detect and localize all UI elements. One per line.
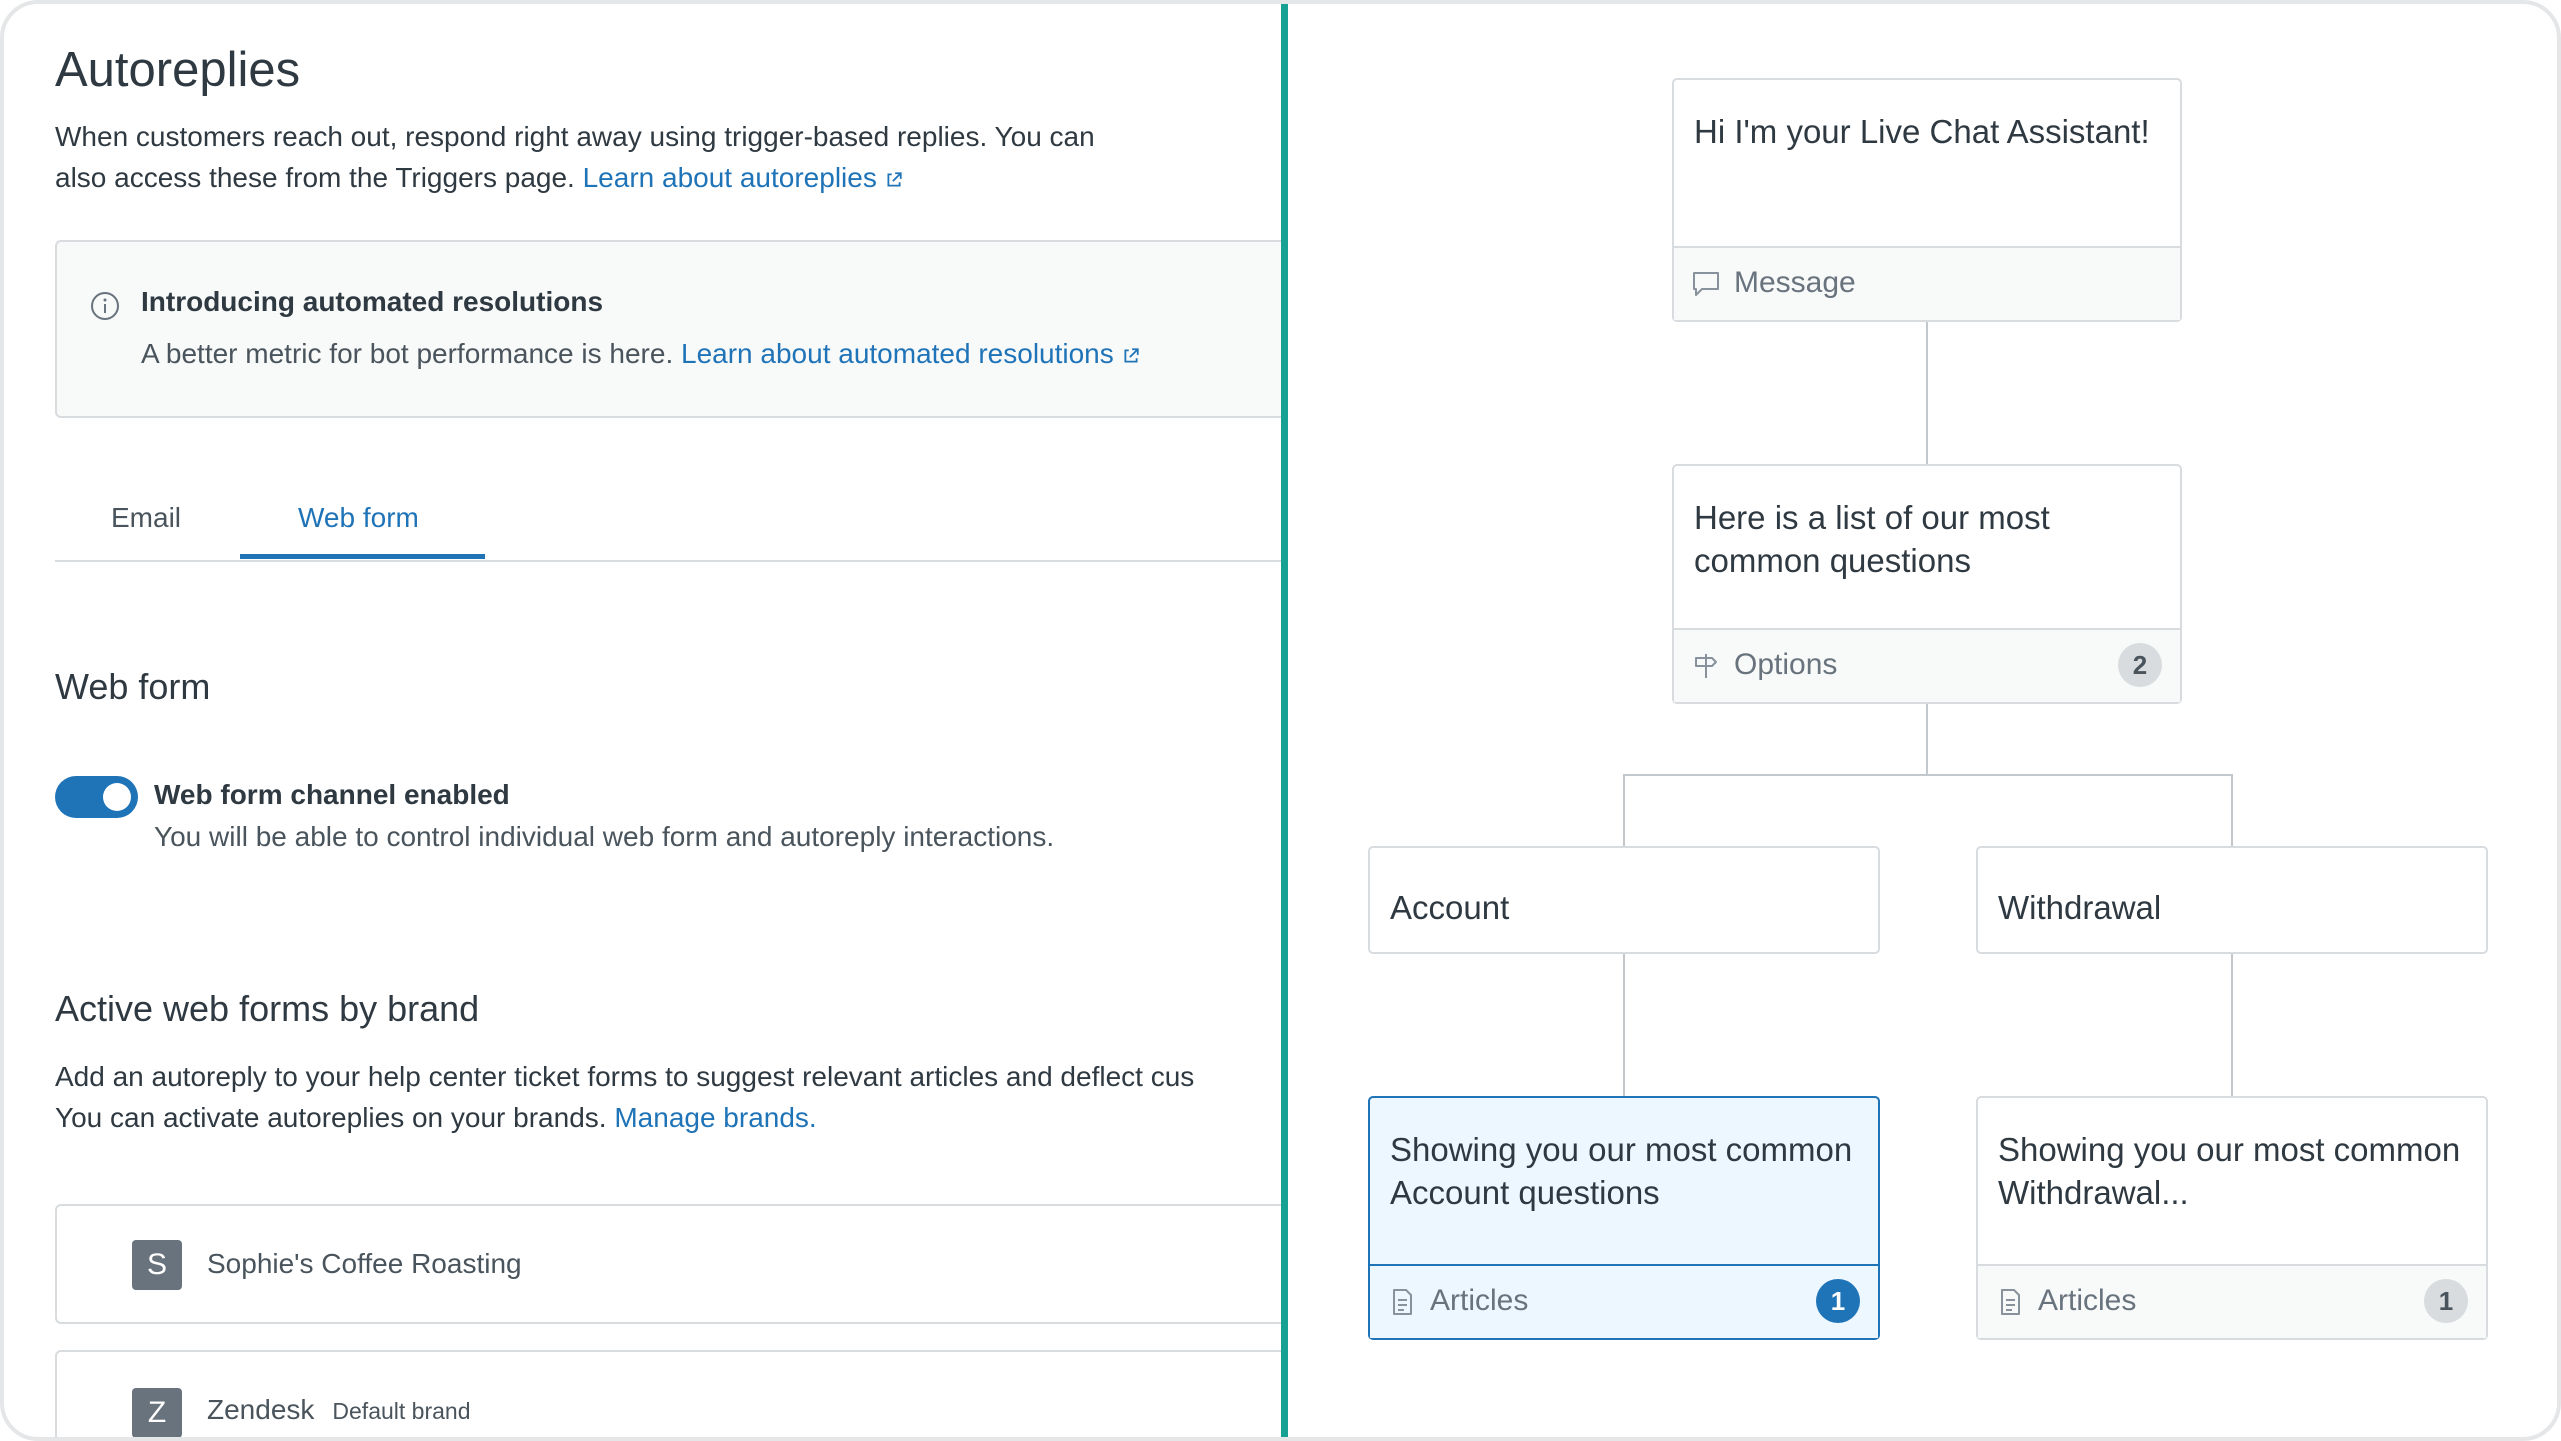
node-type-label: Articles	[2038, 1284, 2137, 1317]
options-icon	[1695, 654, 1717, 678]
count-badge: 1	[2424, 1279, 2468, 1323]
notice-title: Introducing automated resolutions	[141, 286, 604, 317]
node-footer: Articles 1	[1370, 1264, 1878, 1338]
message-icon	[1693, 272, 1719, 296]
connector-line	[1623, 774, 2232, 776]
notice-body-text: A better metric for bot performance is h…	[141, 338, 674, 369]
node-type-label: Articles	[1430, 1284, 1529, 1317]
article-icon	[1393, 1289, 1412, 1315]
options-step-node[interactable]: Here is a list of our most common questi…	[1672, 464, 2182, 704]
node-text: Here is a list of our most common questi…	[1694, 499, 2050, 579]
node-text: Showing you our most common Account ques…	[1390, 1131, 1853, 1211]
description-text-1: When customers reach out, respond right …	[55, 121, 1095, 152]
autoreplies-settings-panel: Autoreplies When customers reach out, re…	[4, 4, 1281, 1437]
node-footer: Articles 1	[1978, 1264, 2486, 1338]
external-link-icon	[887, 172, 902, 187]
brand-name: Zendesk Default brand	[207, 1394, 471, 1426]
notice-body: A better metric for bot performance is h…	[141, 338, 1140, 370]
flow-builder-canvas: Hi I'm your Live Chat Assistant! Message…	[1288, 4, 2557, 1437]
connector-line	[1623, 774, 1625, 846]
articles-step-node-account[interactable]: Showing you our most common Account ques…	[1368, 1096, 1880, 1340]
tab-web-form[interactable]: Web form	[298, 502, 419, 534]
info-icon	[91, 292, 119, 320]
node-type-label: Message	[1734, 266, 1856, 299]
node-text: Showing you our most common Withdrawal..…	[1998, 1131, 2461, 1211]
node-type-label: Options	[1734, 648, 1838, 681]
automated-resolutions-notice: Introducing automated resolutions A bett…	[55, 240, 1281, 418]
description-text-2: also access these from the Triggers page…	[55, 162, 575, 193]
active-web-forms-heading: Active web forms by brand	[55, 988, 480, 1029]
count-badge: 2	[2118, 643, 2162, 687]
channel-tabs: Email Web form	[55, 492, 1281, 562]
app-frame: Autoreplies When customers reach out, re…	[0, 0, 2561, 1441]
learn-about-automated-resolutions-link[interactable]: Learn about automated resolutions	[681, 338, 1140, 369]
node-footer: Options 2	[1674, 628, 2180, 702]
brand-row[interactable]: S Sophie's Coffee Roasting	[55, 1204, 1281, 1324]
connector-line	[1926, 320, 1928, 466]
option-node-account[interactable]: Account	[1368, 846, 1880, 954]
toggle-hint: You will be able to control individual w…	[154, 821, 1055, 852]
count-badge: 1	[1816, 1279, 1860, 1323]
node-text: Hi I'm your Live Chat Assistant!	[1694, 113, 2150, 150]
web-form-channel-toggle[interactable]	[55, 776, 138, 818]
page-title: Autoreplies	[55, 43, 301, 97]
active-web-forms-description: Add an autoreply to your help center tic…	[55, 1056, 1281, 1138]
page-description: When customers reach out, respond right …	[55, 116, 1255, 198]
brand-avatar: S	[132, 1240, 182, 1290]
node-text: Withdrawal	[1998, 889, 2162, 926]
toggle-knob	[103, 783, 131, 811]
connector-line	[2231, 954, 2233, 1098]
toggle-label: Web form channel enabled	[154, 779, 510, 810]
default-brand-tag: Default brand	[332, 1398, 471, 1424]
option-node-withdrawal[interactable]: Withdrawal	[1976, 846, 2488, 954]
node-text: Account	[1390, 889, 1510, 926]
message-step-node[interactable]: Hi I'm your Live Chat Assistant! Message	[1672, 78, 2182, 322]
connector-line	[1926, 702, 1928, 774]
active-desc-text-1: Add an autoreply to your help center tic…	[55, 1061, 1195, 1092]
node-footer: Message	[1674, 246, 2180, 320]
tab-email[interactable]: Email	[111, 502, 181, 534]
article-icon	[2001, 1289, 2020, 1315]
learn-about-autoreplies-link-text: Learn about autoreplies	[582, 162, 877, 193]
active-desc-text-2: You can activate autoreplies on your bra…	[55, 1102, 607, 1133]
brand-name-text: Sophie's Coffee Roasting	[207, 1248, 522, 1279]
brand-row[interactable]: Z Zendesk Default brand	[55, 1350, 1281, 1437]
brand-name: Sophie's Coffee Roasting	[207, 1248, 522, 1280]
brand-avatar: Z	[132, 1388, 182, 1437]
web-form-heading: Web form	[55, 666, 211, 707]
learn-about-autoreplies-link[interactable]: Learn about autoreplies	[583, 162, 903, 193]
active-tab-indicator	[240, 554, 485, 559]
manage-brands-link[interactable]: Manage brands.	[614, 1102, 816, 1133]
articles-step-node-withdrawal[interactable]: Showing you our most common Withdrawal..…	[1976, 1096, 2488, 1340]
notice-link-text: Learn about automated resolutions	[681, 338, 1114, 369]
external-link-icon	[1124, 348, 1139, 363]
brand-name-text: Zendesk	[207, 1394, 315, 1425]
connector-line	[1623, 954, 1625, 1098]
connector-line	[2231, 774, 2233, 846]
panel-divider	[1281, 4, 1288, 1437]
